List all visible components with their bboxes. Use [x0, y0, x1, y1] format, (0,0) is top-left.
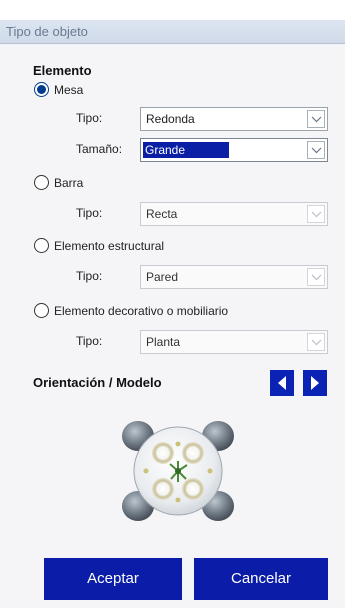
decorativo-tipo-label: Tipo:: [76, 334, 103, 348]
triangle-right-icon: [311, 376, 319, 390]
mesa-tipo-select[interactable]: Redonda: [140, 107, 328, 131]
cancel-button[interactable]: Cancelar: [194, 558, 328, 600]
triangle-left-icon: [278, 376, 286, 390]
radio-button-checked[interactable]: [34, 82, 49, 97]
section-heading: Elemento: [33, 63, 92, 78]
chevron-down-icon[interactable]: [307, 141, 325, 159]
mesa-tipo-label: Tipo:: [76, 111, 103, 125]
mesa-tamano-label: Tamaño:: [76, 142, 123, 156]
decorativo-tipo-select[interactable]: Planta: [140, 330, 328, 354]
radio-button[interactable]: [34, 303, 49, 318]
estructural-tipo-label: Tipo:: [76, 269, 103, 283]
estructural-tipo-value: Pared: [146, 270, 179, 284]
previous-orientation-button[interactable]: [270, 370, 294, 396]
radio-estructural-label: Elemento estructural: [54, 238, 165, 253]
round-table-model-image: [122, 421, 234, 521]
radio-button[interactable]: [34, 238, 49, 253]
radio-barra-label: Barra: [54, 175, 84, 190]
title-bar: Tipo de objeto: [0, 0, 345, 44]
radio-estructural[interactable]: Elemento estructural: [34, 238, 164, 253]
radio-button[interactable]: [34, 175, 49, 190]
chevron-down-icon[interactable]: [307, 110, 325, 128]
radio-decorativo[interactable]: Elemento decorativo o mobiliario: [34, 303, 228, 318]
accept-button[interactable]: Aceptar: [44, 558, 182, 600]
mesa-tamano-select[interactable]: Grande: [140, 138, 328, 162]
next-orientation-button[interactable]: [303, 370, 327, 396]
radio-barra[interactable]: Barra: [34, 175, 83, 190]
chevron-down-icon[interactable]: [307, 268, 325, 286]
barra-tipo-value: Recta: [146, 207, 178, 221]
radio-decorativo-label: Elemento decorativo o mobiliario: [54, 303, 229, 318]
orientation-heading: Orientación / Modelo: [33, 375, 162, 390]
mesa-tamano-value: Grande: [143, 142, 230, 158]
radio-mesa[interactable]: Mesa: [34, 82, 83, 97]
window-title: Tipo de objeto: [0, 20, 345, 44]
estructural-tipo-select[interactable]: Pared: [140, 265, 328, 289]
barra-tipo-select[interactable]: Recta: [140, 202, 328, 226]
mesa-tipo-value: Redonda: [146, 112, 195, 126]
chevron-down-icon[interactable]: [307, 333, 325, 351]
chevron-down-icon[interactable]: [307, 205, 325, 223]
barra-tipo-label: Tipo:: [76, 206, 103, 220]
decorativo-tipo-value: Planta: [146, 335, 181, 349]
radio-mesa-label: Mesa: [54, 82, 84, 97]
